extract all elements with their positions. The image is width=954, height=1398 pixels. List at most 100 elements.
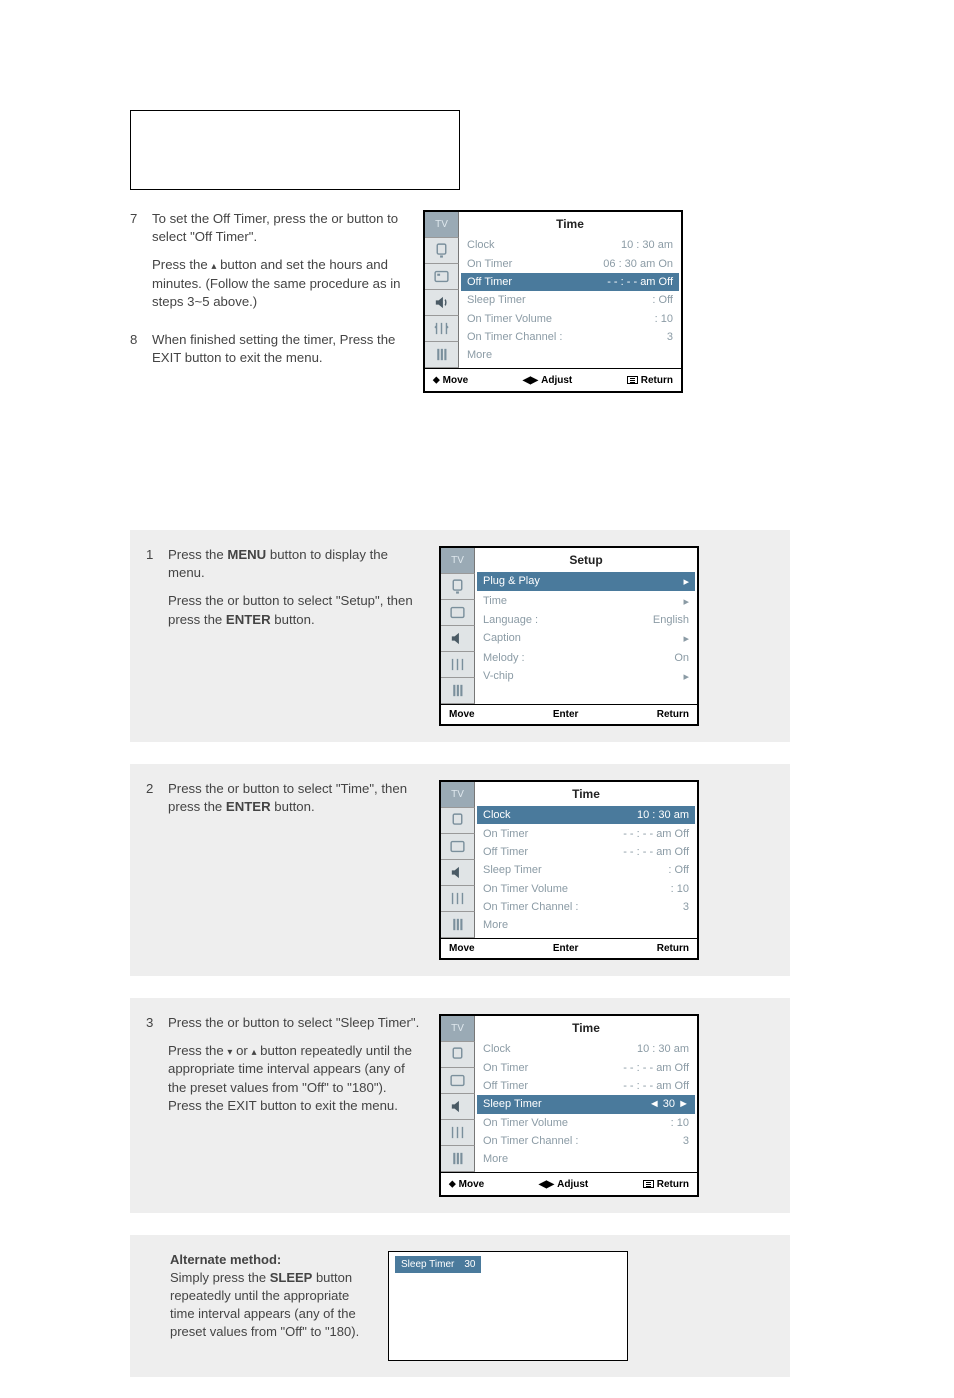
menu-row[interactable]: Clock10 : 30 am	[461, 236, 679, 254]
menu-row[interactable]: Sleep Timer30	[477, 1095, 695, 1113]
picture-icon	[449, 838, 466, 855]
menu-label: Caption	[483, 632, 683, 645]
nav-enter: Enter	[553, 709, 579, 720]
text: or	[227, 781, 242, 796]
text: or	[331, 211, 346, 226]
input-icon	[449, 812, 466, 829]
osd-tab-tv[interactable]: TV	[441, 1016, 475, 1042]
osd-tab-sound[interactable]	[441, 860, 475, 886]
menu-row[interactable]: Caption▸	[477, 629, 695, 648]
input-icon	[449, 1046, 466, 1063]
menu-value: : Off	[652, 294, 673, 306]
menu-row[interactable]: Sleep Timer: Off	[477, 861, 695, 879]
step-block-2: 2 Press the or button to select "Time", …	[130, 764, 790, 976]
nav-enter-group: Enter	[553, 943, 579, 954]
osd-tab-tv[interactable]: TV	[441, 782, 475, 808]
menu-row[interactable]: On Timer Channel :3	[477, 898, 695, 916]
menu-value: ▸	[683, 575, 689, 588]
osd-tab-setup[interactable]	[441, 678, 475, 704]
leftright-icon: ◀▶	[539, 1179, 554, 1190]
nav-return: Return	[657, 709, 689, 720]
section-off-timer: 7 To set the Off Timer, press the or but…	[130, 210, 790, 393]
osd-time-off-timer: TV Time Clock10 : 30 am On Timer06 : 30 …	[423, 210, 683, 393]
nav-return: Return	[641, 375, 673, 386]
osd-tab-picture[interactable]	[441, 600, 475, 626]
osd-tab-column: TV	[425, 212, 459, 368]
instructions-step-7-8: 7 To set the Off Timer, press the or but…	[130, 210, 405, 378]
menu-row[interactable]: Sleep Timer: Off	[461, 291, 679, 309]
osd-tab-input[interactable]	[441, 808, 475, 834]
menu-row[interactable]: On Timer Volume: 10	[477, 880, 695, 898]
osd-tab-channel[interactable]	[425, 316, 459, 342]
menu-row[interactable]: V-chip▸	[477, 667, 695, 686]
menu-value: ▸	[683, 670, 689, 683]
osd-tab-sound[interactable]	[441, 626, 475, 652]
updown-icon: ◆	[449, 1177, 456, 1191]
menu-value: - - : - - am Off	[623, 1080, 689, 1092]
text: button.	[271, 612, 315, 627]
text: Press the	[168, 1015, 227, 1030]
osd-tab-tv[interactable]: TV	[425, 212, 459, 238]
text: button to select "Sleep Timer".	[243, 1015, 420, 1030]
down-caret-icon: ▾	[227, 1047, 232, 1058]
menu-label: On Timer	[483, 1062, 623, 1074]
channel-icon	[449, 656, 466, 673]
menu-label: Clock	[483, 809, 637, 821]
text: When finished setting the timer, Press t…	[152, 331, 405, 367]
menu-value: 06 : 30 am On	[603, 258, 673, 270]
alt-heading: Alternate method:	[170, 1252, 281, 1267]
menu-value: : Off	[668, 864, 689, 876]
osd-tab-sound[interactable]	[441, 1094, 475, 1120]
osd-title: Setup	[477, 548, 695, 572]
osd-tab-setup[interactable]	[425, 342, 459, 368]
menu-value: - - : - - am Off	[623, 828, 689, 840]
menu-row[interactable]: On Timer- - : - - am Off	[477, 1058, 695, 1076]
menu-row[interactable]: Language :English	[477, 611, 695, 629]
osd-tab-channel[interactable]	[441, 652, 475, 678]
menu-row[interactable]: Clock10 : 30 am	[477, 806, 695, 824]
menu-row[interactable]: Off Timer- - : - - am Off	[461, 273, 679, 291]
menu-row[interactable]: Plug & Play▸	[477, 572, 695, 591]
banner-label: Sleep Timer	[401, 1259, 454, 1270]
osd-tab-picture[interactable]	[441, 1068, 475, 1094]
menu-row[interactable]: On Timer06 : 30 am On	[461, 254, 679, 272]
menu-row[interactable]: On Timer- - : - - am Off	[477, 824, 695, 842]
osd-tab-picture[interactable]	[441, 834, 475, 860]
text: or	[227, 593, 242, 608]
menu-bold: MENU	[227, 547, 266, 562]
osd-tab-picture[interactable]	[425, 264, 459, 290]
picture-icon	[449, 604, 466, 621]
osd-tab-input[interactable]	[441, 1042, 475, 1068]
menu-label: Sleep Timer	[483, 864, 668, 876]
nav-move-group: Move	[449, 943, 475, 954]
osd-tab-setup[interactable]	[441, 1146, 475, 1172]
menu-icon	[627, 376, 638, 384]
menu-row[interactable]: More	[477, 916, 695, 934]
menu-row[interactable]: On Timer Channel :3	[461, 328, 679, 346]
menu-value: ▸	[683, 595, 689, 608]
osd-tab-setup[interactable]	[441, 912, 475, 938]
osd-tab-input[interactable]	[425, 238, 459, 264]
setup-icon	[449, 916, 466, 933]
menu-row[interactable]: Melody :On	[477, 649, 695, 667]
menu-row[interactable]: On Timer Channel :3	[477, 1132, 695, 1150]
menu-row[interactable]: More	[461, 346, 679, 364]
osd-tab-sound[interactable]	[425, 290, 459, 316]
osd-tab-channel[interactable]	[441, 886, 475, 912]
osd-tab-tv[interactable]: TV	[441, 548, 475, 574]
menu-row[interactable]: On Timer Volume: 10	[477, 1114, 695, 1132]
menu-row[interactable]: More	[477, 1150, 695, 1168]
menu-row[interactable]: On Timer Volume: 10	[461, 310, 679, 328]
step-number: 2	[146, 780, 162, 826]
menu-row[interactable]: Clock10 : 30 am	[477, 1040, 695, 1058]
osd-tab-channel[interactable]	[441, 1120, 475, 1146]
menu-row[interactable]: Off Timer- - : - - am Off	[477, 843, 695, 861]
menu-value: - - : - - am Off	[623, 1062, 689, 1074]
menu-label: On Timer Volume	[483, 883, 671, 895]
text: Simply press the	[170, 1270, 270, 1285]
nav-adjust: Adjust	[541, 375, 572, 386]
menu-row[interactable]: Time▸	[477, 591, 695, 610]
menu-row[interactable]: Off Timer- - : - - am Off	[477, 1077, 695, 1095]
menu-value: ▸	[683, 632, 689, 645]
osd-tab-input[interactable]	[441, 574, 475, 600]
